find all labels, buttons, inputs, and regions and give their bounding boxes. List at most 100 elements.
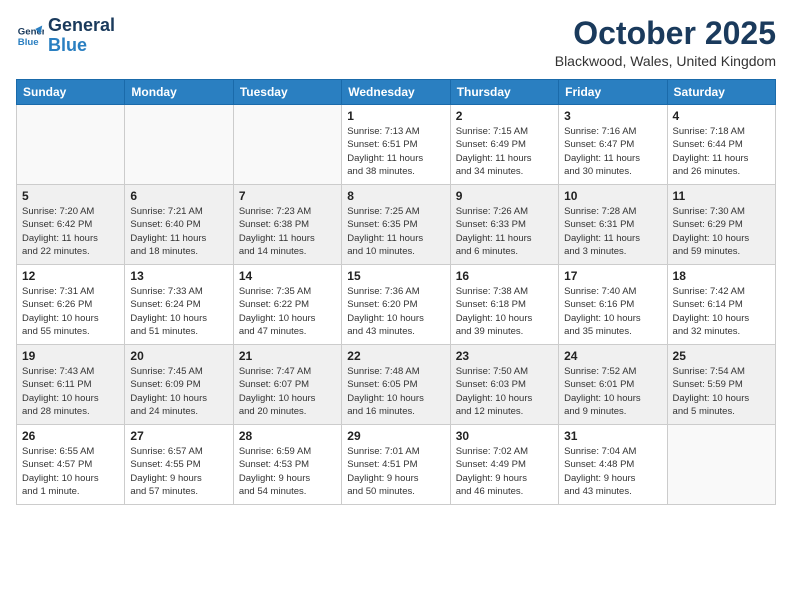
day-info: Sunrise: 7:33 AM Sunset: 6:24 PM Dayligh… (130, 285, 227, 338)
page-container: General Blue General Blue October 2025 B… (0, 0, 792, 515)
table-row: 31 Sunrise: 7:04 AM Sunset: 4:48 PM Dayli… (559, 425, 667, 505)
table-row: 29 Sunrise: 7:01 AM Sunset: 4:51 PM Dayli… (342, 425, 450, 505)
day-info: Sunrise: 7:02 AM Sunset: 4:49 PM Dayligh… (456, 445, 553, 498)
day-number: 14 (239, 269, 336, 283)
day-info: Sunrise: 7:13 AM Sunset: 6:51 PM Dayligh… (347, 125, 444, 178)
day-info: Sunrise: 7:43 AM Sunset: 6:11 PM Dayligh… (22, 365, 119, 418)
table-row: 9 Sunrise: 7:26 AM Sunset: 6:33 PM Daylig… (450, 185, 558, 265)
day-info: Sunrise: 7:26 AM Sunset: 6:33 PM Dayligh… (456, 205, 553, 258)
table-row: 12Sunrise: 7:31 AM Sunset: 6:26 PM Dayli… (17, 265, 125, 345)
day-number: 18 (673, 269, 770, 283)
day-info: Sunrise: 7:25 AM Sunset: 6:35 PM Dayligh… (347, 205, 444, 258)
day-number: 29 (347, 429, 444, 443)
table-row: 7 Sunrise: 7:23 AM Sunset: 6:38 PM Daylig… (233, 185, 341, 265)
day-number: 1 (347, 109, 444, 123)
table-row: 15 Sunrise: 7:36 AM Sunset: 6:20 PM Dayli… (342, 265, 450, 345)
day-number: 21 (239, 349, 336, 363)
calendar-week-row: 19 Sunrise: 7:43 AM Sunset: 6:11 PM Dayli… (17, 345, 776, 425)
day-info: Sunrise: 7:15 AM Sunset: 6:49 PM Dayligh… (456, 125, 553, 178)
day-info: Sunrise: 7:23 AM Sunset: 6:38 PM Dayligh… (239, 205, 336, 258)
day-number: 31 (564, 429, 661, 443)
calendar-week-row: 1 Sunrise: 7:13 AM Sunset: 6:51 PM Daylig… (17, 105, 776, 185)
logo-icon: General Blue (16, 22, 44, 50)
table-row (17, 105, 125, 185)
day-info: Sunrise: 7:18 AM Sunset: 6:44 PM Dayligh… (673, 125, 770, 178)
day-info: Sunrise: 7:16 AM Sunset: 6:47 PM Dayligh… (564, 125, 661, 178)
day-info: Sunrise: 7:01 AM Sunset: 4:51 PM Dayligh… (347, 445, 444, 498)
day-number: 10 (564, 189, 661, 203)
table-row: 18Sunrise: 7:42 AM Sunset: 6:14 PM Dayli… (667, 265, 775, 345)
day-info: Sunrise: 7:30 AM Sunset: 6:29 PM Dayligh… (673, 205, 770, 258)
table-row: 25Sunrise: 7:54 AM Sunset: 5:59 PM Dayli… (667, 345, 775, 425)
day-number: 30 (456, 429, 553, 443)
day-info: Sunrise: 7:48 AM Sunset: 6:05 PM Dayligh… (347, 365, 444, 418)
header: General Blue General Blue October 2025 B… (16, 16, 776, 69)
title-section: October 2025 Blackwood, Wales, United Ki… (555, 16, 776, 69)
table-row: 30 Sunrise: 7:02 AM Sunset: 4:49 PM Dayli… (450, 425, 558, 505)
day-info: Sunrise: 7:28 AM Sunset: 6:31 PM Dayligh… (564, 205, 661, 258)
table-row: 4 Sunrise: 7:18 AM Sunset: 6:44 PM Daylig… (667, 105, 775, 185)
table-row: 24 Sunrise: 7:52 AM Sunset: 6:01 PM Dayli… (559, 345, 667, 425)
day-info: Sunrise: 7:04 AM Sunset: 4:48 PM Dayligh… (564, 445, 661, 498)
day-number: 13 (130, 269, 227, 283)
day-number: 19 (22, 349, 119, 363)
location-title: Blackwood, Wales, United Kingdom (555, 53, 776, 69)
table-row: 10 Sunrise: 7:28 AM Sunset: 6:31 PM Dayli… (559, 185, 667, 265)
day-info: Sunrise: 7:35 AM Sunset: 6:22 PM Dayligh… (239, 285, 336, 338)
day-number: 24 (564, 349, 661, 363)
calendar-week-row: 5Sunrise: 7:20 AM Sunset: 6:42 PM Daylig… (17, 185, 776, 265)
day-number: 16 (456, 269, 553, 283)
table-row: 17 Sunrise: 7:40 AM Sunset: 6:16 PM Dayli… (559, 265, 667, 345)
col-wednesday: Wednesday (342, 80, 450, 105)
day-number: 28 (239, 429, 336, 443)
table-row: 8Sunrise: 7:25 AM Sunset: 6:35 PM Daylig… (342, 185, 450, 265)
table-row: 16 Sunrise: 7:38 AM Sunset: 6:18 PM Dayli… (450, 265, 558, 345)
day-number: 4 (673, 109, 770, 123)
table-row: 6Sunrise: 7:21 AM Sunset: 6:40 PM Daylig… (125, 185, 233, 265)
col-saturday: Saturday (667, 80, 775, 105)
day-info: Sunrise: 7:31 AM Sunset: 6:26 PM Dayligh… (22, 285, 119, 338)
calendar-week-row: 26 Sunrise: 6:55 AM Sunset: 4:57 PM Dayli… (17, 425, 776, 505)
col-thursday: Thursday (450, 80, 558, 105)
day-info: Sunrise: 7:38 AM Sunset: 6:18 PM Dayligh… (456, 285, 553, 338)
calendar-week-row: 12Sunrise: 7:31 AM Sunset: 6:26 PM Dayli… (17, 265, 776, 345)
day-info: Sunrise: 7:20 AM Sunset: 6:42 PM Dayligh… (22, 205, 119, 258)
table-row: 22 Sunrise: 7:48 AM Sunset: 6:05 PM Dayli… (342, 345, 450, 425)
day-number: 15 (347, 269, 444, 283)
logo-text: General Blue (48, 16, 115, 56)
day-info: Sunrise: 6:59 AM Sunset: 4:53 PM Dayligh… (239, 445, 336, 498)
day-info: Sunrise: 7:50 AM Sunset: 6:03 PM Dayligh… (456, 365, 553, 418)
day-info: Sunrise: 7:52 AM Sunset: 6:01 PM Dayligh… (564, 365, 661, 418)
day-number: 11 (673, 189, 770, 203)
table-row: 5Sunrise: 7:20 AM Sunset: 6:42 PM Daylig… (17, 185, 125, 265)
svg-text:Blue: Blue (18, 37, 39, 48)
day-number: 7 (239, 189, 336, 203)
table-row (667, 425, 775, 505)
table-row: 28 Sunrise: 6:59 AM Sunset: 4:53 PM Dayli… (233, 425, 341, 505)
day-number: 26 (22, 429, 119, 443)
day-number: 23 (456, 349, 553, 363)
month-title: October 2025 (555, 16, 776, 51)
table-row: 1 Sunrise: 7:13 AM Sunset: 6:51 PM Daylig… (342, 105, 450, 185)
table-row: 14 Sunrise: 7:35 AM Sunset: 6:22 PM Dayli… (233, 265, 341, 345)
table-row: 20Sunrise: 7:45 AM Sunset: 6:09 PM Dayli… (125, 345, 233, 425)
day-number: 22 (347, 349, 444, 363)
table-row (125, 105, 233, 185)
table-row: 13 Sunrise: 7:33 AM Sunset: 6:24 PM Dayli… (125, 265, 233, 345)
day-number: 27 (130, 429, 227, 443)
col-tuesday: Tuesday (233, 80, 341, 105)
logo: General Blue General Blue (16, 16, 115, 56)
day-info: Sunrise: 7:40 AM Sunset: 6:16 PM Dayligh… (564, 285, 661, 338)
table-row: 27Sunrise: 6:57 AM Sunset: 4:55 PM Dayli… (125, 425, 233, 505)
calendar-header-row: Sunday Monday Tuesday Wednesday Thursday… (17, 80, 776, 105)
table-row (233, 105, 341, 185)
table-row: 23 Sunrise: 7:50 AM Sunset: 6:03 PM Dayli… (450, 345, 558, 425)
day-info: Sunrise: 6:55 AM Sunset: 4:57 PM Dayligh… (22, 445, 119, 498)
day-number: 9 (456, 189, 553, 203)
day-number: 6 (130, 189, 227, 203)
day-number: 3 (564, 109, 661, 123)
col-sunday: Sunday (17, 80, 125, 105)
day-number: 17 (564, 269, 661, 283)
day-info: Sunrise: 7:36 AM Sunset: 6:20 PM Dayligh… (347, 285, 444, 338)
col-friday: Friday (559, 80, 667, 105)
